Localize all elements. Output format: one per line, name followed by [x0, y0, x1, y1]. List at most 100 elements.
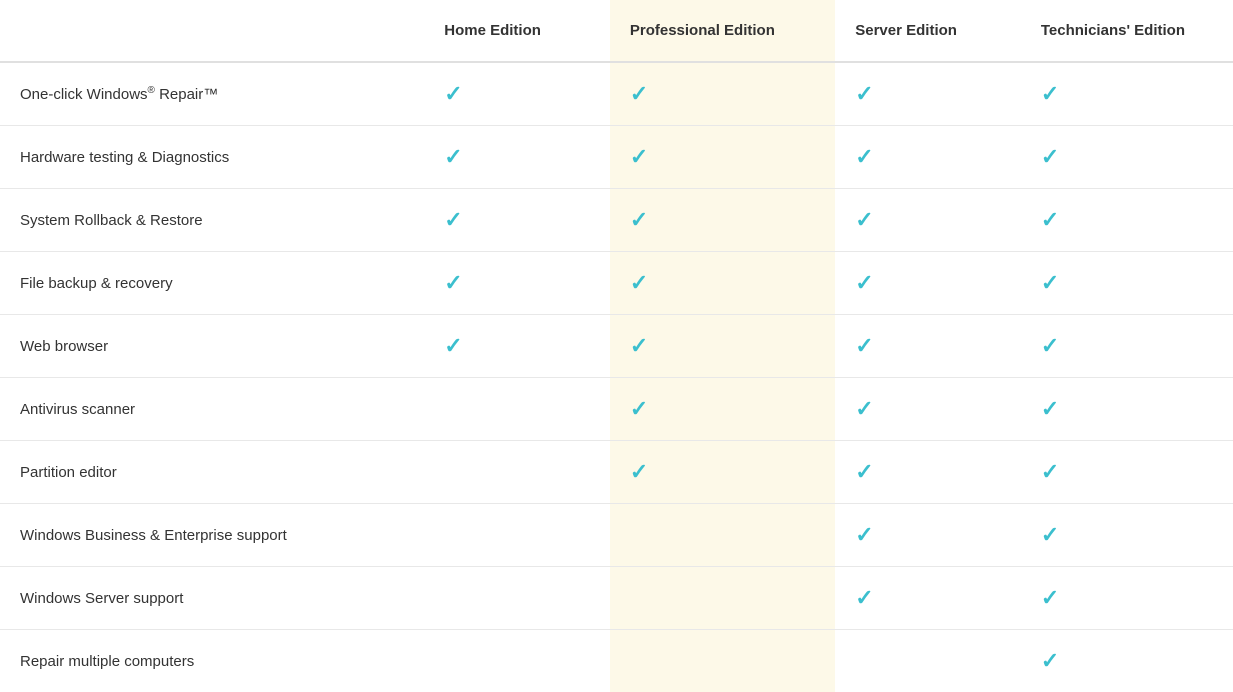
- home-cell: [424, 441, 610, 504]
- check-icon: ✓: [630, 144, 648, 170]
- check-icon: ✓: [855, 459, 873, 485]
- check-icon: ✓: [1041, 585, 1059, 611]
- home-cell: [424, 567, 610, 630]
- check-icon: ✓: [1041, 522, 1059, 548]
- server-cell: ✓: [835, 252, 1021, 315]
- check-icon: ✓: [630, 81, 648, 107]
- server-cell: ✓: [835, 62, 1021, 126]
- professional-cell: ✓: [610, 62, 835, 126]
- feature-cell: Hardware testing & Diagnostics: [0, 126, 424, 189]
- table-row: System Rollback & Restore ✓ ✓ ✓ ✓: [0, 189, 1233, 252]
- check-icon: ✓: [855, 207, 873, 233]
- table-row: Windows Server support ✓ ✓: [0, 567, 1233, 630]
- professional-cell: [610, 504, 835, 567]
- check-icon: ✓: [855, 81, 873, 107]
- feature-name: Hardware testing & Diagnostics: [20, 149, 229, 166]
- professional-cell: ✓: [610, 252, 835, 315]
- professional-cell: [610, 630, 835, 692]
- professional-cell: ✓: [610, 189, 835, 252]
- feature-cell: Repair multiple computers: [0, 630, 424, 692]
- technicians-cell: ✓: [1021, 504, 1233, 567]
- check-icon: ✓: [1041, 459, 1059, 485]
- table-row: One-click Windows® Repair™ ✓ ✓ ✓ ✓: [0, 62, 1233, 126]
- home-cell: ✓: [424, 126, 610, 189]
- feature-cell: Windows Business & Enterprise support: [0, 504, 424, 567]
- technicians-cell: ✓: [1021, 189, 1233, 252]
- check-icon: ✓: [855, 144, 873, 170]
- feature-cell: System Rollback & Restore: [0, 189, 424, 252]
- check-icon: ✓: [444, 81, 462, 107]
- table-row: Hardware testing & Diagnostics ✓ ✓ ✓ ✓: [0, 126, 1233, 189]
- check-icon: ✓: [444, 270, 462, 296]
- professional-cell: [610, 567, 835, 630]
- feature-cell: Web browser: [0, 315, 424, 378]
- check-icon: ✓: [444, 333, 462, 359]
- professional-cell: ✓: [610, 126, 835, 189]
- check-icon: ✓: [630, 333, 648, 359]
- feature-cell: Windows Server support: [0, 567, 424, 630]
- server-cell: ✓: [835, 504, 1021, 567]
- professional-cell: ✓: [610, 378, 835, 441]
- header-feature: [0, 0, 424, 62]
- table-row: Windows Business & Enterprise support ✓ ✓: [0, 504, 1233, 567]
- check-icon: ✓: [630, 207, 648, 233]
- feature-name: Repair multiple computers: [20, 653, 194, 670]
- check-icon: ✓: [630, 396, 648, 422]
- feature-cell: File backup & recovery: [0, 252, 424, 315]
- check-icon: ✓: [1041, 81, 1059, 107]
- check-icon: ✓: [1041, 648, 1059, 674]
- technicians-cell: ✓: [1021, 62, 1233, 126]
- check-icon: ✓: [855, 333, 873, 359]
- home-cell: ✓: [424, 189, 610, 252]
- check-icon: ✓: [1041, 207, 1059, 233]
- home-cell: [424, 378, 610, 441]
- server-cell: ✓: [835, 378, 1021, 441]
- home-cell: [424, 630, 610, 692]
- server-cell: ✓: [835, 189, 1021, 252]
- check-icon: ✓: [630, 459, 648, 485]
- table-row: Repair multiple computers ✓: [0, 630, 1233, 692]
- comparison-table: Home Edition Professional Edition Server…: [0, 0, 1233, 692]
- technicians-cell: ✓: [1021, 630, 1233, 692]
- check-icon: ✓: [1041, 333, 1059, 359]
- header-professional: Professional Edition: [610, 0, 835, 62]
- server-cell: ✓: [835, 315, 1021, 378]
- technicians-cell: ✓: [1021, 567, 1233, 630]
- feature-cell: Partition editor: [0, 441, 424, 504]
- server-cell: ✓: [835, 441, 1021, 504]
- professional-cell: ✓: [610, 315, 835, 378]
- feature-name: Antivirus scanner: [20, 401, 135, 418]
- check-icon: ✓: [630, 270, 648, 296]
- server-cell: ✓: [835, 567, 1021, 630]
- check-icon: ✓: [855, 270, 873, 296]
- home-cell: [424, 504, 610, 567]
- technicians-cell: ✓: [1021, 378, 1233, 441]
- home-cell: ✓: [424, 315, 610, 378]
- feature-name: Web browser: [20, 338, 108, 355]
- home-cell: ✓: [424, 252, 610, 315]
- check-icon: ✓: [855, 585, 873, 611]
- table-row: File backup & recovery ✓ ✓ ✓ ✓: [0, 252, 1233, 315]
- feature-name: File backup & recovery: [20, 275, 173, 292]
- feature-name: System Rollback & Restore: [20, 212, 203, 229]
- header-technicians: Technicians' Edition: [1021, 0, 1233, 62]
- feature-name: Partition editor: [20, 464, 117, 481]
- check-icon: ✓: [855, 396, 873, 422]
- check-icon: ✓: [444, 144, 462, 170]
- table-row: Partition editor ✓ ✓ ✓: [0, 441, 1233, 504]
- feature-cell: One-click Windows® Repair™: [0, 62, 424, 126]
- table-row: Web browser ✓ ✓ ✓ ✓: [0, 315, 1233, 378]
- technicians-cell: ✓: [1021, 252, 1233, 315]
- technicians-cell: ✓: [1021, 126, 1233, 189]
- feature-name: Windows Server support: [20, 590, 183, 607]
- check-icon: ✓: [1041, 144, 1059, 170]
- header-home: Home Edition: [424, 0, 610, 62]
- server-cell: ✓: [835, 126, 1021, 189]
- feature-name: One-click Windows® Repair™: [20, 86, 218, 103]
- professional-cell: ✓: [610, 441, 835, 504]
- check-icon: ✓: [444, 207, 462, 233]
- check-icon: ✓: [855, 522, 873, 548]
- technicians-cell: ✓: [1021, 315, 1233, 378]
- feature-cell: Antivirus scanner: [0, 378, 424, 441]
- server-cell: [835, 630, 1021, 692]
